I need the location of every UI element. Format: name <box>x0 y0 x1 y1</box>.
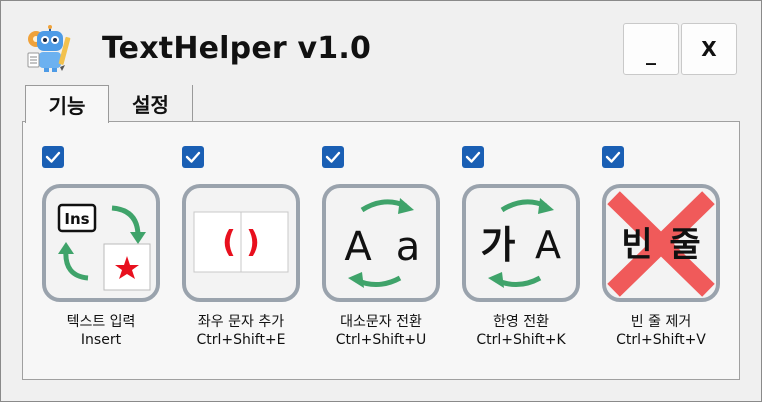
feature-text-insert-checkbox[interactable] <box>42 146 64 168</box>
robot-app-icon <box>27 25 71 72</box>
feature-hangul-english-tile[interactable]: 가 A <box>462 184 580 302</box>
app-window: TextHelper v1.0 _ X 기능 설정 Ins 텍스트 입력 Ins… <box>0 0 762 402</box>
tab-features-label: 기능 <box>48 94 86 118</box>
checkmark-icon <box>605 151 621 163</box>
feature-case-toggle-caption: 대소문자 전환 Ctrl+Shift+U <box>311 313 451 349</box>
window-title: TextHelper v1.0 <box>102 31 372 66</box>
feature-wrap-chars-caption: 좌우 문자 추가 Ctrl+Shift+E <box>171 313 311 349</box>
feature-hangul-english-caption: 한영 전환 Ctrl+Shift+K <box>451 313 591 349</box>
close-label: X <box>701 37 717 61</box>
feature-shortcut: Ctrl+Shift+E <box>196 332 286 348</box>
feature-shortcut: Ctrl+Shift+V <box>616 332 706 348</box>
feature-wrap-chars-tile[interactable]: ( ) <box>182 184 300 302</box>
ins-key-label: Ins <box>64 210 89 228</box>
feature-name: 빈 줄 제거 <box>630 314 692 330</box>
feature-name: 텍스트 입력 <box>66 314 136 330</box>
latin-a: A <box>535 223 561 267</box>
feature-shortcut: Insert <box>80 332 122 348</box>
upper-a: A <box>344 224 372 270</box>
jul-char: 줄 <box>669 225 700 265</box>
feature-remove-blank-lines-tile[interactable]: 빈 줄 <box>602 184 720 302</box>
tab-features[interactable]: 기능 <box>25 85 109 123</box>
feature-hangul-english-checkbox[interactable] <box>462 146 484 168</box>
bin-char: 빈 <box>621 225 652 265</box>
feature-remove-blank-lines-caption: 빈 줄 제거 Ctrl+Shift+V <box>591 313 731 349</box>
feature-shortcut: Ctrl+Shift+K <box>476 332 566 348</box>
feature-wrap-chars-checkbox[interactable] <box>182 146 204 168</box>
feature-text-insert-tile[interactable]: Ins <box>42 184 160 302</box>
tab-settings[interactable]: 설정 <box>109 85 193 121</box>
checkmark-icon <box>325 151 341 163</box>
left-paren: ( <box>222 225 236 260</box>
text-insert-icon: Ins <box>57 203 151 291</box>
right-paren: ) <box>246 225 260 260</box>
remove-blank-lines-icon: 빈 줄 <box>607 191 715 297</box>
feature-remove-blank-lines-checkbox[interactable] <box>602 146 624 168</box>
wrap-chars-icon: ( ) <box>193 211 289 273</box>
checkmark-icon <box>45 151 61 163</box>
checkmark-icon <box>465 151 481 163</box>
feature-name: 한영 전환 <box>493 314 549 330</box>
feature-shortcut: Ctrl+Shift+U <box>335 332 427 348</box>
minimize-button[interactable]: _ <box>623 23 679 75</box>
tab-settings-label: 설정 <box>132 92 169 117</box>
feature-name: 좌우 문자 추가 <box>197 314 285 330</box>
feature-case-toggle-tile[interactable]: A a <box>322 184 440 302</box>
feature-case-toggle-checkbox[interactable] <box>322 146 344 168</box>
minimize-label: _ <box>646 41 656 65</box>
hangul-ga: 가 <box>481 223 516 267</box>
feature-text-insert-caption: 텍스트 입력 Insert <box>31 313 171 349</box>
close-button[interactable]: X <box>681 23 737 75</box>
lower-a: a <box>396 224 421 270</box>
hangul-english-toggle-icon: 가 A <box>481 198 561 288</box>
checkmark-icon <box>185 151 201 163</box>
case-toggle-icon: A a <box>344 198 421 288</box>
feature-name: 대소문자 전환 <box>340 314 422 330</box>
